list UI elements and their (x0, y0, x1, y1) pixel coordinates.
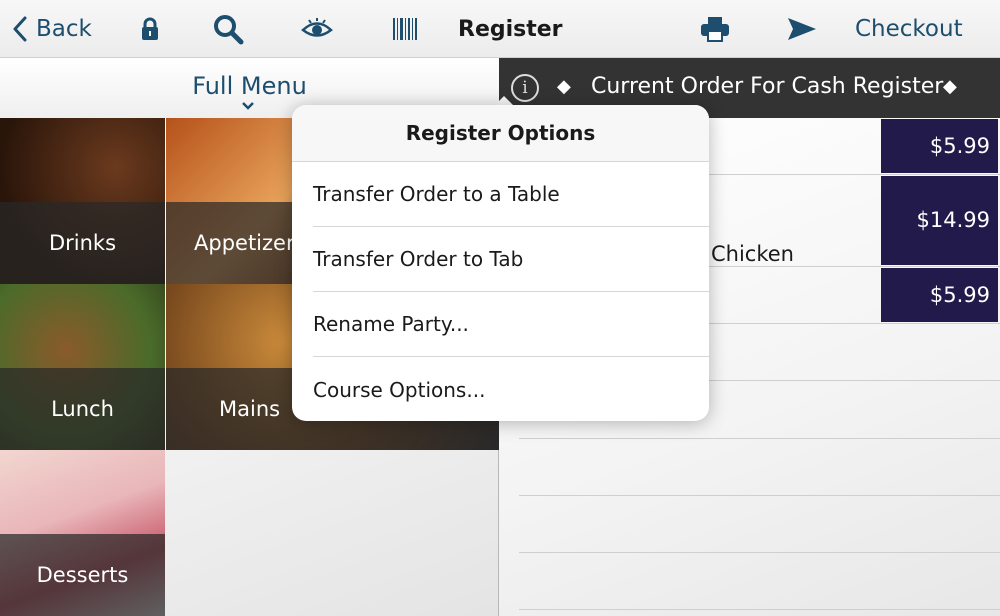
printer-icon (701, 17, 729, 42)
diamond-icon: ◆ (943, 76, 957, 97)
order-item-price: $14.99 (881, 176, 998, 265)
page-title: Register (458, 16, 563, 42)
diamond-icon: ◆ (557, 76, 571, 97)
back-label: Back (36, 16, 92, 42)
order-empty-row (519, 553, 1000, 610)
order-empty-row (519, 439, 1000, 496)
print-button[interactable] (700, 0, 730, 58)
back-chevron-icon (13, 16, 27, 42)
order-header-title: Current Order For Cash Register (591, 74, 944, 99)
order-item-name: Chicken (711, 242, 794, 266)
barcode-button[interactable] (392, 0, 418, 58)
category-label: Lunch (0, 368, 165, 450)
lock-button[interactable] (139, 0, 161, 58)
transfer-to-tab-option[interactable]: Transfer Order to Tab (313, 227, 709, 292)
view-button[interactable] (301, 0, 333, 58)
send-icon (788, 18, 816, 40)
top-toolbar: Back Register Checkout (0, 0, 1000, 58)
register-options-popover: Register Options Transfer Order to a Tab… (292, 105, 709, 421)
back-button[interactable]: Back (12, 0, 92, 58)
rename-party-option[interactable]: Rename Party... (313, 292, 709, 357)
send-button[interactable] (787, 0, 817, 58)
search-icon (214, 15, 244, 45)
info-icon[interactable]: i (511, 74, 539, 102)
barcode-icon (393, 18, 417, 40)
search-button[interactable] (212, 0, 244, 58)
eye-icon (301, 18, 333, 37)
category-drinks[interactable]: Drinks (0, 118, 165, 284)
category-label: Desserts (0, 534, 165, 616)
transfer-to-table-option[interactable]: Transfer Order to a Table (313, 162, 709, 227)
category-lunch[interactable]: Lunch (0, 284, 165, 450)
order-empty-row (519, 496, 1000, 553)
order-item-price: $5.99 (881, 268, 998, 322)
popover-title: Register Options (292, 105, 709, 162)
order-item-price: $5.99 (881, 119, 998, 173)
category-label: Drinks (0, 202, 165, 284)
lock-icon (142, 17, 158, 40)
checkout-button[interactable]: Checkout (855, 0, 963, 58)
chevron-down-icon (242, 102, 254, 110)
category-desserts[interactable]: Desserts (0, 450, 165, 616)
course-options-option[interactable]: Course Options... (313, 357, 709, 421)
menu-title: Full Menu (192, 72, 307, 100)
